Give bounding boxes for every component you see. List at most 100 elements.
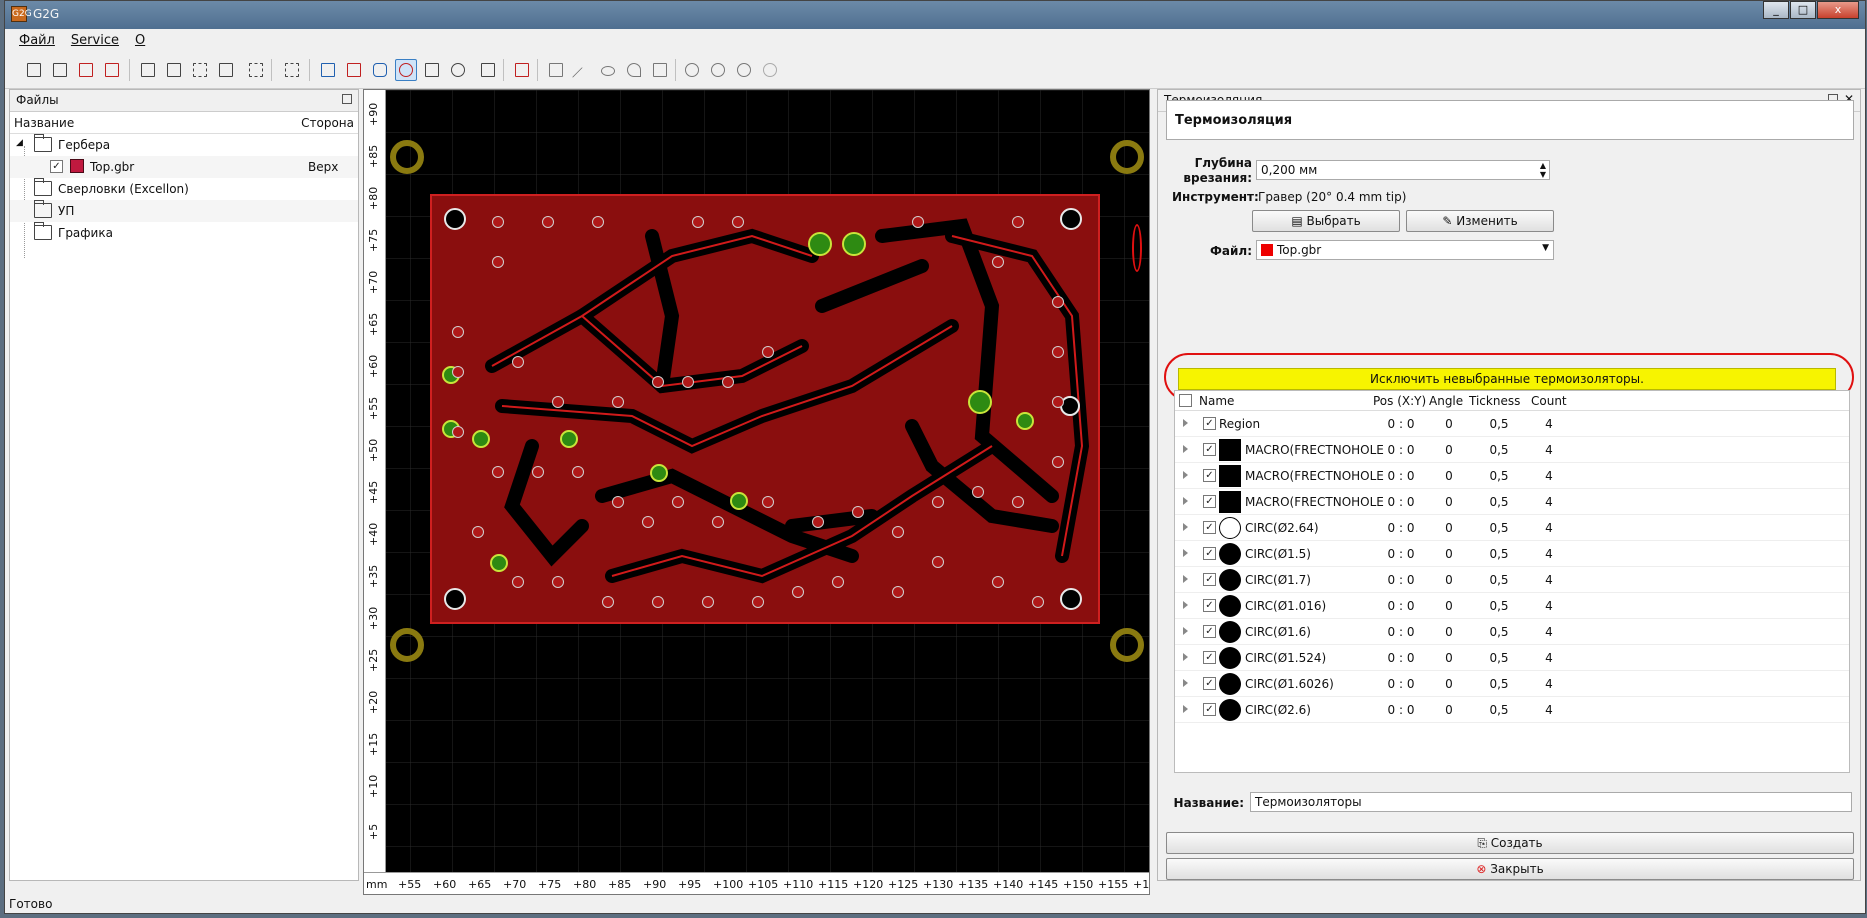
select-all-icon[interactable] [245, 59, 267, 81]
table-row[interactable]: ✓ CIRC(Ø2.6) 0 : 0 0 0,5 4 [1175, 697, 1849, 723]
create-button[interactable]: ⎘ Создать [1166, 832, 1854, 854]
expand-arrow-icon[interactable] [1183, 679, 1188, 687]
expand-arrow-icon[interactable] [1183, 523, 1188, 531]
tree-item-graphics[interactable]: Графика [10, 222, 358, 244]
settings-icon[interactable] [477, 59, 499, 81]
subtract-icon[interactable] [707, 59, 729, 81]
row-checkbox[interactable]: ✓ [1203, 521, 1216, 534]
intersect-icon[interactable] [733, 59, 755, 81]
ellipse-icon[interactable] [597, 59, 619, 81]
table-row[interactable]: ✓ MACRO(FRECTNOHOLE... 0 : 0 0 0,5 4 [1175, 463, 1849, 489]
thermal-icon[interactable] [395, 59, 417, 81]
file-select[interactable]: Top.gbr ▼ [1256, 240, 1554, 260]
thermal-pad[interactable] [650, 464, 668, 482]
table-row[interactable]: ✓ CIRC(Ø2.64) 0 : 0 0 0,5 4 [1175, 515, 1849, 541]
row-checkbox[interactable]: ✓ [1203, 417, 1216, 430]
thermal-pad[interactable] [490, 554, 508, 572]
table-row[interactable]: ✓ MACRO(FRECTNOHOLE... 0 : 0 0 0,5 4 [1175, 489, 1849, 515]
pocket-icon[interactable] [343, 59, 365, 81]
zoom-page-icon[interactable] [163, 59, 185, 81]
ruler-icon[interactable] [511, 59, 533, 81]
open-icon[interactable] [23, 59, 45, 81]
expand-arrow-icon[interactable] [1183, 627, 1188, 635]
column-name[interactable]: Название [10, 112, 297, 133]
exclude-unselected-button[interactable]: Исключить невыбранные термоизоляторы. [1178, 368, 1836, 390]
expand-arrow-icon[interactable] [1183, 601, 1188, 609]
table-row[interactable]: ✓ CIRC(Ø1.6) 0 : 0 0 0,5 4 [1175, 619, 1849, 645]
spin-arrows-icon[interactable]: ▲ ▼ [1540, 161, 1546, 179]
col-angle[interactable]: Angle [1429, 394, 1463, 408]
thermal-pad[interactable] [730, 492, 748, 510]
table-row[interactable]: ✓ CIRC(Ø1.016) 0 : 0 0 0,5 4 [1175, 593, 1849, 619]
row-checkbox[interactable]: ✓ [1203, 469, 1216, 482]
change-tool-button[interactable]: ✎ Изменить [1406, 210, 1554, 232]
dock-icon[interactable] [342, 94, 352, 104]
expand-arrow-icon[interactable]: ◢ [16, 138, 23, 148]
expand-arrow-icon[interactable] [1183, 471, 1188, 479]
thermal-pad[interactable] [472, 430, 490, 448]
col-thickness[interactable]: Tickness [1469, 394, 1520, 408]
menu-file[interactable]: Файл [11, 29, 63, 51]
save-icon[interactable] [49, 59, 71, 81]
select-all-checkbox[interactable] [1179, 394, 1192, 407]
thermal-pad[interactable] [968, 390, 992, 414]
table-row[interactable]: ✓ CIRC(Ø1.7) 0 : 0 0 0,5 4 [1175, 567, 1849, 593]
tree-item-gerber[interactable]: ◢ Гербера [10, 134, 358, 156]
zoom-area-icon[interactable] [215, 59, 237, 81]
col-pos[interactable]: Pos (X:Y) [1373, 394, 1426, 408]
tree-item-top-gbr[interactable]: ✓ Top.gbr Верх [10, 156, 358, 178]
chevron-down-icon[interactable]: ▼ [1542, 243, 1549, 253]
close-file-icon[interactable] [101, 59, 123, 81]
rect-icon[interactable] [545, 59, 567, 81]
line-icon[interactable] [571, 59, 593, 87]
thermal-pad[interactable] [560, 430, 578, 448]
minimize-button[interactable]: _ [1763, 1, 1789, 19]
expand-arrow-icon[interactable] [1183, 549, 1188, 557]
expand-arrow-icon[interactable] [1183, 705, 1188, 713]
zoom-fit-icon[interactable] [137, 59, 159, 81]
hatching-icon[interactable] [447, 59, 469, 81]
tree-item-up[interactable]: УП [10, 200, 358, 222]
voronoi-icon[interactable] [369, 59, 391, 81]
expand-arrow-icon[interactable] [1183, 419, 1188, 427]
column-side[interactable]: Сторона [297, 112, 358, 133]
row-checkbox[interactable]: ✓ [1203, 495, 1216, 508]
expand-arrow-icon[interactable] [1183, 497, 1188, 505]
row-checkbox[interactable]: ✓ [1203, 599, 1216, 612]
expand-arrow-icon[interactable] [1183, 575, 1188, 583]
row-checkbox[interactable]: ✓ [1203, 651, 1216, 664]
depth-input[interactable]: 0,200 мм ▲ ▼ [1256, 160, 1550, 180]
col-name[interactable]: Name [1199, 394, 1234, 408]
layer-checkbox[interactable]: ✓ [50, 160, 63, 173]
table-row[interactable]: ✓ CIRC(Ø1.5) 0 : 0 0 0,5 4 [1175, 541, 1849, 567]
pcb-canvas[interactable]: +90 +85 +80 +75 +70 +65 +60 +55 +50 +45 +40 +35 +30 +… [363, 89, 1150, 895]
table-row[interactable]: ✓ CIRC(Ø1.6026) 0 : 0 0 0,5 4 [1175, 671, 1849, 697]
row-checkbox[interactable]: ✓ [1203, 547, 1216, 560]
union-icon[interactable] [681, 59, 703, 81]
menu-about[interactable]: О [127, 29, 153, 51]
select-tool-button[interactable]: ▤ Выбрать [1252, 210, 1400, 232]
close-button[interactable]: ⊗ Закрыть [1166, 858, 1854, 880]
table-row[interactable]: ✓ Region 0 : 0 0 0,5 4 [1175, 411, 1849, 437]
drill-icon[interactable] [421, 59, 443, 81]
tree-item-excellon[interactable]: Сверловки (Excellon) [10, 178, 358, 200]
thermal-pad[interactable] [842, 232, 866, 256]
row-checkbox[interactable]: ✓ [1203, 573, 1216, 586]
row-checkbox[interactable]: ✓ [1203, 703, 1216, 716]
row-checkbox[interactable]: ✓ [1203, 443, 1216, 456]
zoom-select-icon[interactable] [189, 59, 211, 81]
thermal-pad[interactable] [1016, 412, 1034, 430]
expand-arrow-icon[interactable] [1183, 653, 1188, 661]
text-icon[interactable] [649, 59, 671, 81]
table-row[interactable]: ✓ MACRO(FRECTNOHOLE... 0 : 0 0 0,5 4 [1175, 437, 1849, 463]
row-checkbox[interactable]: ✓ [1203, 677, 1216, 690]
thermal-pad[interactable] [808, 232, 832, 256]
name-input[interactable]: Термоизоляторы [1250, 792, 1852, 812]
profile-icon[interactable] [317, 59, 339, 81]
col-count[interactable]: Count [1531, 394, 1567, 408]
export-icon[interactable] [75, 59, 97, 81]
arc-icon[interactable] [623, 59, 645, 81]
maximize-button[interactable]: □ [1790, 1, 1816, 19]
xor-icon[interactable] [759, 59, 781, 81]
group-icon[interactable] [281, 59, 303, 81]
